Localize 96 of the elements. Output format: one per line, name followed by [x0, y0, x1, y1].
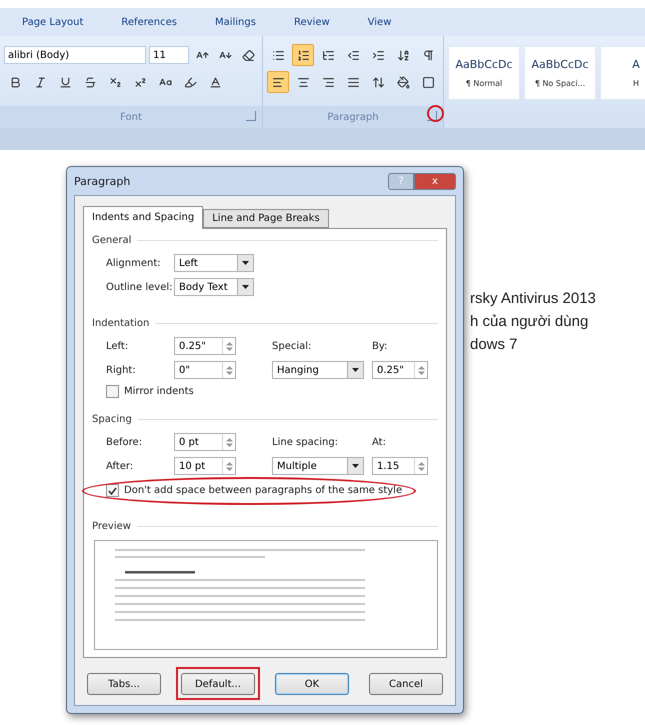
spin-field[interactable]: 0 pt: [174, 433, 236, 451]
field-label: By:: [372, 340, 388, 352]
style-preview: AaBbCcDc: [455, 58, 513, 71]
subscript-icon: [108, 76, 122, 88]
dropdown-arrow-icon: [352, 464, 359, 468]
style-preview: AaBbCcDc: [531, 58, 589, 71]
superscript-icon: [134, 76, 146, 88]
field-label: Before:: [106, 436, 144, 448]
ribbon-tab[interactable]: Page Layout: [18, 14, 88, 30]
increase-indent-icon: [372, 48, 384, 62]
decrease-indent-icon: [346, 48, 360, 62]
spinner-icon: [226, 460, 232, 472]
style-name: ¶ Normal: [466, 79, 502, 88]
style-name: H: [632, 79, 639, 88]
justify-icon: [346, 76, 360, 88]
document-text: h của người dùng: [470, 313, 590, 330]
spin-field[interactable]: 0.25": [174, 337, 236, 355]
field-label: Outline level:: [106, 282, 174, 292]
field-label: Line spacing:: [272, 436, 340, 448]
checkbox-label: Don't add space between paragraphs of the same style: [124, 485, 402, 496]
align-center-icon: [296, 76, 310, 88]
align-button[interactable]: [267, 71, 289, 93]
section-heading: Indentation: [92, 318, 150, 329]
bullet-list-icon: [272, 48, 284, 62]
dialog-button[interactable]: Default...: [181, 673, 255, 695]
dropdown-arrow-icon: [242, 285, 249, 289]
highlight-circle: [427, 105, 444, 122]
spinner-icon: [418, 364, 424, 376]
style-card[interactable]: A H: [600, 46, 645, 100]
field-label: At:: [372, 436, 387, 448]
field-label: After:: [106, 460, 134, 472]
font-size-box[interactable]: 11: [149, 46, 190, 64]
dropdown[interactable]: Multiple: [272, 457, 364, 475]
dropdown[interactable]: Hanging: [272, 361, 364, 379]
ribbon-tab[interactable]: Mailings: [210, 14, 260, 30]
borders-icon: [422, 76, 434, 88]
dropdown[interactable]: Left: [174, 254, 254, 272]
checkbox[interactable]: [106, 484, 119, 497]
style-card[interactable]: AaBbCcDc ¶ No Spaci...: [524, 46, 596, 100]
eraser-icon: [242, 48, 255, 62]
field-label: Alignment:: [106, 258, 162, 268]
document-text: rsky Antivirus 2013: [470, 290, 596, 307]
spin-field[interactable]: 0.25": [372, 361, 428, 379]
dropdown-arrow-icon: [242, 261, 249, 265]
shading-icon: [396, 76, 410, 88]
section-heading: General: [92, 235, 132, 246]
section-heading: Spacing: [92, 414, 132, 425]
style-name: ¶ No Spaci...: [534, 79, 586, 88]
section-heading: Preview: [92, 521, 131, 532]
dialog-title: Paragraph: [74, 174, 130, 188]
dialog-launcher-icon[interactable]: [427, 111, 437, 121]
dialog-tab[interactable]: Line and Page Breaks: [203, 209, 329, 228]
field-label: Left:: [106, 340, 130, 352]
dialog-launcher-icon[interactable]: [246, 111, 256, 121]
field-label: Special:: [272, 340, 312, 352]
italic-icon: [34, 76, 46, 88]
checkbox-label: Mirror indents: [124, 386, 194, 397]
spin-field[interactable]: 0": [174, 361, 236, 379]
align-right-icon: [322, 76, 334, 88]
align-left-icon: [272, 76, 284, 88]
font-color-icon: [208, 76, 222, 88]
spinner-icon: [418, 460, 424, 472]
spinner-icon: [226, 364, 232, 376]
bold-icon: [8, 76, 22, 88]
ribbon-tab[interactable]: View: [364, 14, 396, 30]
ribbon-tab[interactable]: References: [117, 14, 181, 30]
dialog-button[interactable]: Tabs...: [87, 673, 161, 695]
strikethrough-icon: [84, 76, 96, 88]
highlighter-icon: [184, 76, 196, 88]
sort-icon: [396, 48, 410, 62]
underline-icon: [58, 76, 72, 88]
line-spacing-icon: [372, 76, 384, 88]
ribbon-tab[interactable]: Review: [290, 14, 334, 30]
dropdown-arrow-icon: [352, 368, 359, 372]
spinner-icon: [226, 436, 232, 448]
dropdown[interactable]: Body Text: [174, 278, 254, 296]
style-preview: A: [632, 58, 640, 71]
numbered-list-icon: [296, 48, 310, 62]
group-label: Paragraph: [327, 112, 379, 122]
style-card[interactable]: AaBbCcDc ¶ Normal: [448, 46, 520, 100]
checkmark-icon: [108, 486, 117, 494]
spin-field[interactable]: 1.15: [372, 457, 428, 475]
document-text: dows 7: [470, 336, 519, 353]
font-name-box[interactable]: alibri (Body): [4, 46, 146, 64]
close-button[interactable]: x: [414, 172, 456, 190]
dialog-button[interactable]: Cancel: [369, 673, 443, 695]
spinner-icon: [226, 340, 232, 352]
list-button[interactable]: [292, 44, 314, 66]
group-label: Font: [120, 112, 142, 122]
checkbox[interactable]: [106, 385, 119, 398]
multilevel-list-icon: [322, 48, 334, 62]
dialog-button[interactable]: OK: [275, 673, 349, 695]
dialog-tab[interactable]: Indents and Spacing: [83, 206, 204, 229]
pilcrow-icon: [422, 48, 434, 62]
field-label: Right:: [106, 364, 137, 376]
spin-field[interactable]: 10 pt: [174, 457, 236, 475]
